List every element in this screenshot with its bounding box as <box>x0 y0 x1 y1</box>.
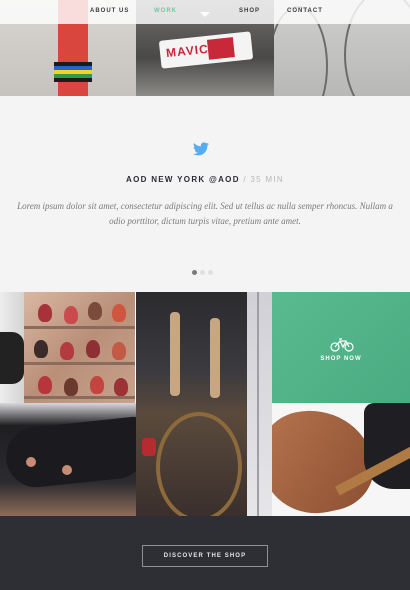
spoke-line <box>257 292 259 516</box>
grid-photo-brown-saddle[interactable] <box>272 403 410 516</box>
carousel-pagination <box>192 270 218 276</box>
pagination-dot-1[interactable] <box>192 270 197 275</box>
discover-shop-button[interactable]: DISCOVER THE SHOP <box>142 545 268 567</box>
saddle-item <box>114 378 128 396</box>
twitter-bird-icon[interactable] <box>193 142 209 156</box>
grid-photo-saddle-wall[interactable] <box>24 292 135 403</box>
wall-shelf <box>24 326 135 329</box>
saddle-item <box>112 304 126 322</box>
shop-now-tile[interactable]: SHOP NOW <box>272 292 410 403</box>
pagination-dot-3[interactable] <box>208 270 213 275</box>
tweet-time: 35 MIN <box>250 175 284 184</box>
tube-stripe <box>54 78 92 82</box>
saddle-shape <box>3 415 136 491</box>
tweet-author[interactable]: AOD NEW YORK @AOD <box>126 175 240 184</box>
saddle-shape <box>0 332 24 384</box>
saddle-rivet <box>62 465 72 475</box>
bag-strap <box>210 318 220 398</box>
wall-shelf <box>24 362 135 365</box>
wall-shelf <box>24 396 135 399</box>
tweet-section: AOD NEW YORK @AOD / 35 MIN Lorem ipsum d… <box>0 96 410 292</box>
saddle-item <box>112 342 126 360</box>
tweet-body: Lorem ipsum dolor sit amet, consectetur … <box>17 201 393 226</box>
grid-photo-saddle-edge[interactable] <box>0 292 24 403</box>
saddle-item <box>88 302 102 320</box>
shop-now-label: SHOP NOW <box>320 356 362 362</box>
saddle-rivet <box>26 457 36 467</box>
saddle-item <box>90 376 104 394</box>
saddle-item <box>60 342 74 360</box>
saddle-item <box>64 378 78 396</box>
main-nav: ABOUT US WORK SHOP CONTACT <box>0 0 410 24</box>
nav-item-work[interactable]: WORK <box>154 8 177 14</box>
saddle-item <box>86 340 100 358</box>
footer: DISCOVER THE SHOP <box>0 516 410 590</box>
tweet-header: AOD NEW YORK @AOD / 35 MIN <box>0 175 410 184</box>
decal-logo: MAVIC <box>165 41 210 61</box>
saddle-item <box>34 340 48 358</box>
tweet-separator: / <box>243 175 247 184</box>
nav-active-caret <box>200 12 210 17</box>
rim-decal: MAVIC <box>158 31 254 69</box>
grid-photo-bike-bag[interactable] <box>136 292 247 516</box>
bicycle-icon <box>330 338 354 352</box>
saddle-item <box>38 376 52 394</box>
grid-photo-black-saddle[interactable] <box>0 403 136 516</box>
saddle-item <box>38 304 52 322</box>
wheel-rim <box>156 412 242 516</box>
nav-item-about-us[interactable]: ABOUT US <box>90 8 129 14</box>
nav-item-contact[interactable]: CONTACT <box>287 8 323 14</box>
pagination-dot-2[interactable] <box>200 270 205 275</box>
nav-item-shop[interactable]: SHOP <box>239 8 260 14</box>
grid-photo-spokes[interactable] <box>247 292 272 516</box>
saddle-item <box>64 306 78 324</box>
decal-badge <box>206 37 235 60</box>
photo-grid: SHOP NOW <box>0 292 410 516</box>
bike-light <box>142 438 156 456</box>
bag-strap <box>170 312 180 396</box>
